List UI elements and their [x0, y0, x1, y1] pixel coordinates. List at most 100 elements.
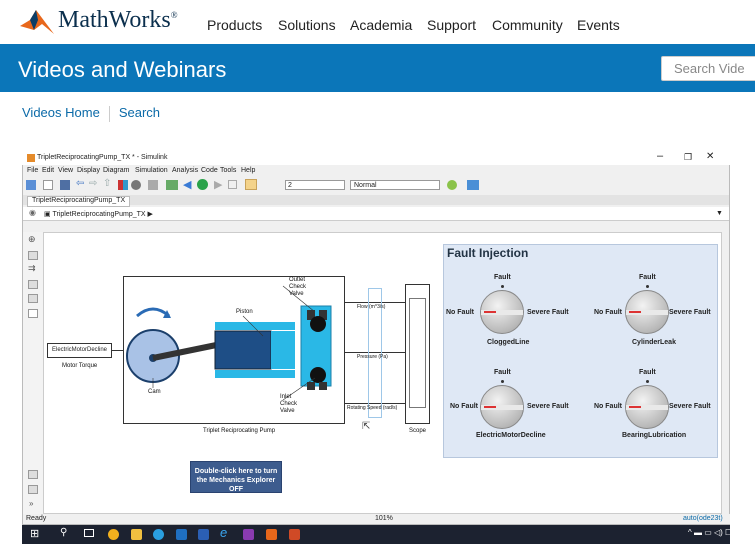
nav-community[interactable]: Community	[492, 17, 563, 33]
task-view-icon[interactable]	[84, 529, 94, 537]
fit-view-icon[interactable]	[28, 251, 38, 260]
start-icon[interactable]: ⊞	[30, 527, 39, 540]
minimize-icon[interactable]: –	[657, 150, 663, 162]
settings-gear-icon[interactable]	[131, 180, 141, 190]
status-bar: Ready 101% auto(ode23t)	[23, 514, 730, 524]
powerpoint-icon[interactable]	[289, 529, 300, 540]
menu-display[interactable]: Display	[77, 167, 100, 174]
chrome-icon[interactable]	[108, 529, 119, 540]
knob-right-label: Severe Fault	[669, 309, 711, 316]
knob-top-label: Fault	[494, 274, 511, 281]
outlook-icon[interactable]	[176, 529, 187, 540]
search-icon[interactable]: ⚲	[60, 527, 67, 538]
nav-products[interactable]: Products	[207, 17, 262, 33]
close-icon[interactable]: ✕	[706, 151, 714, 162]
knob-left-label: No Fault	[594, 309, 622, 316]
scope-label: Scope	[409, 428, 427, 434]
check-icon[interactable]	[447, 180, 457, 190]
menu-tools[interactable]: Tools	[220, 167, 236, 174]
edge-icon[interactable]: e	[220, 525, 227, 540]
file-explorer-icon[interactable]	[131, 529, 142, 540]
restore-icon[interactable]: ❐	[684, 152, 692, 163]
signal-line	[112, 350, 123, 351]
address-dropdown-icon[interactable]: ▼	[716, 210, 723, 217]
menu-simulation[interactable]: Simulation	[135, 167, 168, 174]
knob-name-label: CloggedLine	[487, 339, 530, 346]
window-title: TripletReciprocatingPump_TX * - Simulink	[37, 154, 168, 161]
signal-line-icon[interactable]: ⇉	[28, 263, 36, 274]
nav-solutions[interactable]: Solutions	[278, 17, 336, 33]
scope-icon[interactable]	[245, 179, 257, 190]
brand-wordmark[interactable]: MathWorks®	[58, 7, 178, 34]
breadcrumb-divider	[108, 105, 110, 122]
electric-motor-decline-knob[interactable]	[480, 385, 524, 429]
mechanics-explorer-toggle-button[interactable]: Double-click here to turn the Mechanics …	[190, 461, 282, 493]
status-solver[interactable]: auto(ode23t)	[683, 515, 723, 522]
page-title: Videos and Webinars	[18, 57, 227, 82]
tab-model[interactable]: TripletReciprocatingPump_TX	[27, 196, 131, 207]
videos-home-link[interactable]: Videos Home	[22, 105, 100, 120]
cam-label: Cam	[148, 389, 161, 395]
up-icon[interactable]: ⇧	[103, 178, 111, 189]
model-explorer-icon[interactable]	[118, 180, 128, 190]
menu-analysis[interactable]: Analysis	[172, 167, 198, 174]
skype-icon[interactable]	[153, 529, 164, 540]
menu-file[interactable]: File	[27, 167, 38, 174]
mathworks-logo-icon[interactable]	[20, 6, 56, 36]
inlet-check-valve-label: Inlet Check Valve	[280, 394, 298, 414]
menu-view[interactable]: View	[58, 167, 73, 174]
library-browser-icon[interactable]	[26, 180, 36, 190]
new-model-icon[interactable]	[43, 180, 53, 190]
grid-icon[interactable]	[467, 180, 479, 190]
knob-name-label: BearingLubrication	[622, 432, 687, 439]
stop-time-field[interactable]: 2	[285, 180, 345, 190]
stop-icon[interactable]	[228, 180, 237, 189]
image-icon[interactable]	[28, 294, 38, 303]
simulink-app-icon	[27, 154, 35, 162]
step-forward-icon[interactable]: ▶	[214, 178, 222, 191]
rewind-icon[interactable]: ◀	[183, 178, 191, 191]
cylinder-leak-knob[interactable]	[625, 290, 669, 334]
forward-icon[interactable]: ⇨	[89, 178, 97, 189]
run-icon[interactable]	[197, 179, 208, 190]
knob-right-label: Severe Fault	[669, 403, 711, 410]
knob-name-label: CylinderLeak	[632, 339, 676, 346]
annotation-icon[interactable]	[28, 280, 38, 289]
system-tray-icon[interactable]: ^ ▬ ▭ ◁) ☐	[688, 528, 732, 537]
nav-support[interactable]: Support	[427, 17, 476, 33]
back-icon[interactable]: ⇦	[76, 178, 84, 189]
knob-tick	[501, 380, 504, 383]
clogged-line-knob[interactable]	[480, 290, 524, 334]
knob-left-label: No Fault	[450, 403, 478, 410]
model-browser-icon[interactable]	[28, 485, 38, 494]
knob-name-label: ElectricMotorDecline	[476, 432, 546, 439]
block-icon[interactable]	[148, 180, 158, 190]
menu-code[interactable]: Code	[201, 167, 218, 174]
knob-top-label: Fault	[639, 274, 656, 281]
rotating-speed-signal-label: Rotating Speed (rad/s)	[347, 405, 398, 411]
nav-events[interactable]: Events	[577, 17, 620, 33]
onenote-icon[interactable]	[243, 529, 254, 540]
save-icon[interactable]	[60, 180, 70, 190]
matlab-icon[interactable]	[266, 529, 277, 540]
zoom-icon[interactable]: ⊕	[28, 234, 36, 245]
expand-icon[interactable]: »	[29, 499, 33, 508]
search-input[interactable]: Search Vide	[661, 56, 755, 81]
menu-edit[interactable]: Edit	[42, 167, 54, 174]
mouse-cursor-icon: ⇱	[362, 421, 371, 432]
search-link[interactable]: Search	[119, 105, 160, 120]
electric-motor-decline-block[interactable]: ElectricMotorDecline	[47, 343, 112, 358]
nav-academia[interactable]: Academia	[350, 17, 412, 33]
hide-browser-icon[interactable]: ◉	[29, 208, 36, 217]
model-path[interactable]: ▣ TripletReciprocatingPump_TX ▶	[44, 210, 153, 218]
menu-help[interactable]: Help	[241, 167, 255, 174]
scope-screen	[409, 298, 426, 408]
area-icon[interactable]	[28, 309, 38, 318]
property-inspector-icon[interactable]	[28, 470, 38, 479]
step-back-icon[interactable]	[166, 180, 178, 190]
bearing-lubrication-knob[interactable]	[625, 385, 669, 429]
menu-diagram[interactable]: Diagram	[103, 167, 129, 174]
word-icon[interactable]	[198, 529, 209, 540]
status-zoom: 101%	[375, 515, 393, 522]
simulation-mode-select[interactable]: Normal	[350, 180, 440, 190]
